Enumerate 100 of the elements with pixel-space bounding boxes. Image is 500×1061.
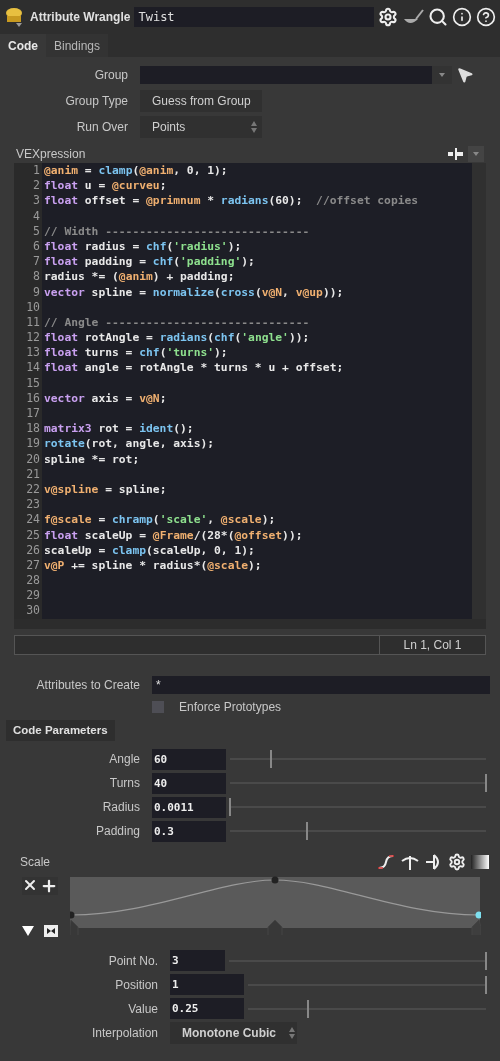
code-line: scaleUp = clamp(scaleUp, 0, 1);: [44, 543, 255, 557]
slider-handle[interactable]: [305, 822, 308, 840]
swap-icon[interactable]: [44, 925, 58, 937]
scrollbar[interactable]: [472, 163, 486, 619]
parameter-field[interactable]: 0.25: [170, 998, 244, 1019]
code-line: float scaleUp = @Frame/(28*(@offset));: [44, 528, 303, 542]
line-number: 25: [25, 527, 41, 543]
dropdown-menu[interactable]: Guess from Group: [140, 90, 262, 112]
parameter-field[interactable]: 60: [152, 748, 226, 770]
parameter-label: Interpolation: [90, 1024, 159, 1042]
gear-icon[interactable]: [448, 853, 466, 871]
scrollbar[interactable]: [14, 619, 486, 629]
tab[interactable]: Code: [0, 34, 46, 57]
curve-icon[interactable]: [376, 853, 396, 871]
line-number: 9: [32, 284, 41, 300]
node-name-field[interactable]: Twist: [134, 7, 374, 27]
gradient-icon[interactable]: [470, 854, 490, 870]
line-number: 2: [32, 178, 41, 194]
info-icon[interactable]: [452, 7, 472, 27]
parameter-label: Point No.: [107, 952, 159, 970]
help-icon[interactable]: [476, 7, 496, 27]
cursor-icon[interactable]: [456, 66, 474, 84]
code-line: float u = @curveu;: [44, 179, 167, 193]
slider-handle[interactable]: [485, 774, 487, 792]
editor-label: VEXpression: [16, 146, 86, 163]
line-number: 21: [25, 466, 41, 482]
insert-icon[interactable]: [446, 146, 464, 162]
parameter-label: Radius: [101, 799, 141, 816]
dropdown-menu[interactable]: Points: [140, 116, 262, 138]
search-icon[interactable]: [428, 7, 448, 27]
line-number: 1: [32, 163, 41, 179]
line-number: 13: [25, 345, 41, 361]
slider[interactable]: [230, 821, 486, 841]
dropdown-menu[interactable]: Monotone Cubic: [170, 1021, 297, 1044]
code-line: @anim = clamp(@anim, 0, 1);: [44, 164, 228, 177]
parameter-label: Angle: [108, 751, 141, 768]
line-number: 4: [32, 208, 41, 224]
code-line: // Width ------------------------------: [44, 224, 310, 238]
slider-handle[interactable]: [485, 951, 487, 970]
line-number: 20: [25, 451, 41, 467]
add-icon[interactable]: [40, 877, 58, 895]
checkbox-label: Enforce Prototypes: [179, 699, 282, 716]
slider-handle[interactable]: [485, 975, 487, 994]
parameter-field[interactable]: 1: [170, 974, 244, 995]
code-line: float offset = @primnum * radians(60); //offset copies: [44, 194, 419, 208]
line-number: 27: [25, 557, 41, 574]
parameter-label: Padding: [94, 823, 141, 840]
gear-icon[interactable]: [378, 7, 398, 27]
code-line: f@scale = chramp('scale', @scale);: [44, 513, 276, 527]
spinner-icon: [288, 1025, 296, 1040]
slider[interactable]: [230, 749, 486, 769]
triangle-icon[interactable]: [22, 926, 34, 936]
slider-handle[interactable]: [269, 750, 272, 768]
slider-handle[interactable]: [229, 798, 231, 816]
ramp-key[interactable]: [70, 911, 79, 936]
node-type-label: Attribute Wrangle: [30, 9, 131, 26]
code-line: spline *= rot;: [44, 452, 140, 466]
dropdown-button[interactable]: [468, 146, 484, 162]
line-number: 18: [25, 421, 41, 437]
code-line: // Angle ------------------------------: [44, 315, 310, 329]
line-number: 3: [32, 193, 41, 209]
code-line: v@P += spline * radius*(@scale);: [44, 558, 262, 572]
parameter-field[interactable]: 3: [170, 950, 225, 971]
slider[interactable]: [248, 998, 486, 1019]
line-number: 30: [25, 603, 41, 619]
slider[interactable]: [229, 950, 486, 971]
line-number: 7: [32, 254, 41, 270]
slider[interactable]: [248, 974, 486, 995]
code-line: float rotAngle = radians(chf('angle'));: [44, 331, 310, 345]
parameter-field[interactable]: 0.0011: [152, 796, 226, 818]
dropdown-button[interactable]: [432, 66, 452, 84]
field-label: Run Over: [75, 119, 129, 136]
line-number: 28: [25, 573, 41, 589]
slider[interactable]: [230, 797, 486, 817]
line-number: 26: [25, 542, 41, 558]
section-header[interactable]: Code Parameters: [6, 720, 115, 741]
code-editor[interactable]: [14, 163, 472, 619]
group-field[interactable]: [140, 66, 432, 84]
attributes-field[interactable]: *: [152, 676, 490, 694]
ramp-key[interactable]: [471, 911, 481, 936]
spinner-icon: [250, 120, 258, 134]
checkbox[interactable]: [152, 701, 164, 713]
code-line: v@spline = spline;: [44, 482, 167, 496]
tab[interactable]: Bindings: [46, 34, 109, 57]
flip-icon[interactable]: [400, 853, 420, 871]
line-number: 10: [25, 299, 41, 315]
caret-icon: [439, 73, 445, 77]
line-number: 22: [25, 481, 41, 498]
delete-icon[interactable]: [22, 877, 38, 893]
code-line: float radius = chf('radius');: [44, 239, 242, 253]
slider[interactable]: [230, 773, 486, 793]
line-number: 6: [32, 238, 41, 255]
parameter-field[interactable]: 40: [152, 772, 226, 794]
line-number: 14: [25, 360, 41, 376]
code-line: float padding = chf('padding');: [44, 255, 255, 269]
caret-icon: [473, 152, 479, 156]
slider-handle[interactable]: [306, 999, 309, 1018]
cursor-position: Ln 1, Col 1: [402, 637, 463, 654]
line-number: 17: [25, 406, 41, 422]
parameter-field[interactable]: 0.3: [152, 820, 226, 842]
